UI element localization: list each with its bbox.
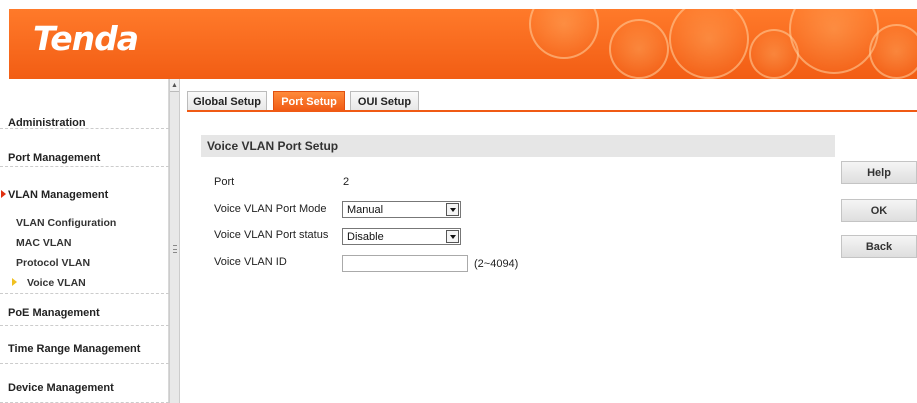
mode-select[interactable]: Manual <box>342 201 461 218</box>
bokeh-decoration <box>609 19 669 79</box>
help-button[interactable]: Help <box>841 161 917 184</box>
status-select-value: Disable <box>347 231 384 243</box>
sidebar-scrollbar[interactable]: ▲ <box>169 79 180 403</box>
bokeh-decoration <box>869 24 917 79</box>
scroll-up-arrow-icon[interactable]: ▲ <box>170 79 179 91</box>
header-banner: Tenda <box>9 9 917 79</box>
port-value: 2 <box>343 176 350 188</box>
dropdown-arrow-icon <box>446 203 459 216</box>
bokeh-decoration <box>669 9 749 79</box>
sidebar-item-device-management[interactable]: Device Management <box>0 364 169 403</box>
sidebar-item-port-management[interactable]: Port Management <box>0 129 169 167</box>
section-title: Voice VLAN Port Setup <box>201 135 835 157</box>
sidebar-item-label: Port Management <box>8 152 101 164</box>
sidebar-item-administration[interactable]: Administration <box>0 79 169 129</box>
sidebar-item-label: Administration <box>8 117 86 129</box>
sidebar-subitem-protocol-vlan[interactable]: Protocol VLAN <box>16 257 90 269</box>
sidebar-subitem-voice-vlan[interactable]: Voice VLAN <box>27 277 86 289</box>
port-label: Port <box>214 176 235 188</box>
sidebar-item-poe-management[interactable]: PoE Management <box>0 293 169 326</box>
grip-icon <box>173 245 177 253</box>
dropdown-arrow-icon <box>446 230 459 243</box>
tab-underline <box>187 110 917 112</box>
bokeh-decoration <box>789 9 879 74</box>
vlan-id-range-hint: (2~4094) <box>474 258 519 270</box>
status-label: Voice VLAN Port status <box>214 229 329 241</box>
mode-select-value: Manual <box>347 204 384 216</box>
sidebar-item-label: PoE Management <box>8 307 100 319</box>
sidebar-item-time-range-management[interactable]: Time Range Management <box>0 326 169 364</box>
tab-oui-setup[interactable]: OUI Setup <box>350 91 419 111</box>
vlan-id-input[interactable] <box>342 255 468 272</box>
sidebar-item-vlan-management[interactable]: VLAN Management <box>0 167 169 203</box>
tab-port-setup[interactable]: Port Setup <box>273 91 345 111</box>
tenda-logo: Tenda <box>33 19 139 58</box>
back-button[interactable]: Back <box>841 235 917 258</box>
bokeh-decoration <box>529 9 599 59</box>
expanded-arrow-icon <box>1 190 6 198</box>
page: Tenda Administration Port Management VLA… <box>0 0 917 403</box>
sidebar-item-label: VLAN Management <box>8 189 109 201</box>
tab-global-setup[interactable]: Global Setup <box>187 91 267 111</box>
selected-arrow-icon <box>12 278 17 286</box>
status-select[interactable]: Disable <box>342 228 461 245</box>
ok-button[interactable]: OK <box>841 199 917 222</box>
sidebar-subitem-vlan-configuration[interactable]: VLAN Configuration <box>16 217 116 229</box>
sidebar-item-label: Time Range Management <box>8 343 141 355</box>
sidebar-subitem-mac-vlan[interactable]: MAC VLAN <box>16 237 71 249</box>
scroll-thumb[interactable] <box>170 91 179 403</box>
sidebar: Administration Port Management VLAN Mana… <box>0 79 169 403</box>
vlan-id-label: Voice VLAN ID <box>214 256 287 268</box>
mode-label: Voice VLAN Port Mode <box>214 203 327 215</box>
sidebar-item-label: Device Management <box>8 382 114 394</box>
